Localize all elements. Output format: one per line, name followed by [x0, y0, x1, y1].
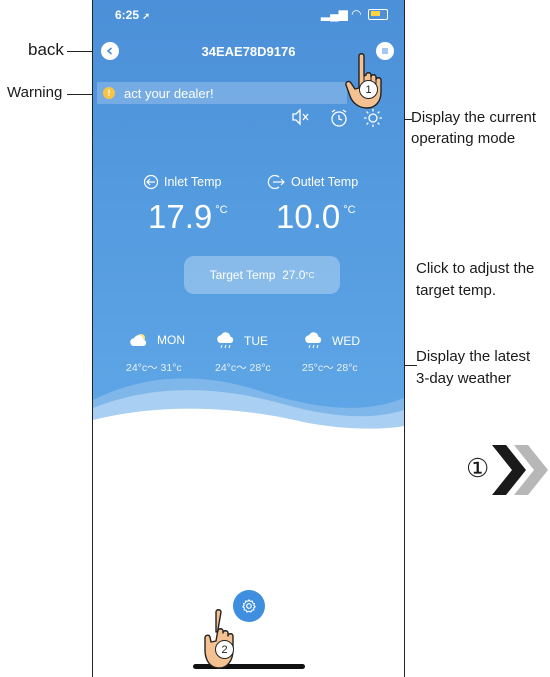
weather-range-tue: 24°c～ 28°c: [215, 362, 271, 374]
weather-day-label: TUE: [244, 334, 268, 348]
outlet-temp-value: 10.0 °C: [276, 198, 356, 236]
weather-range-wed: 25°c～ 28°c: [302, 362, 358, 374]
exclamation-icon: !: [103, 87, 115, 99]
signal-icon: ▂▄▆: [320, 7, 348, 21]
annotation-warning-label: Warning: [7, 84, 63, 101]
target-temp-unit: °C: [305, 270, 315, 280]
annotation-back-label: back: [28, 40, 64, 59]
annotation-step1-circle-right: ①: [466, 453, 490, 483]
wifi-icon: ◠: [351, 7, 362, 21]
step-2-marker: 2: [215, 640, 234, 659]
weather-day-mon: MON: [128, 332, 185, 348]
cloud-rain-icon: [305, 332, 322, 349]
weather-day-label: MON: [157, 333, 185, 347]
target-temp-value: 27.0: [282, 268, 306, 282]
battery-icon: [368, 9, 388, 21]
outlet-temp-unit: °C: [343, 204, 356, 216]
outlet-arrow-icon: [267, 174, 285, 190]
annotation-mode-text-1: Display the current: [411, 109, 537, 126]
target-temp-button[interactable]: Target Temp 27.0 °C: [184, 256, 340, 294]
outlet-temp-label: Outlet Temp: [266, 174, 358, 190]
inlet-temp-number: 17.9: [148, 198, 213, 235]
next-chevron-icon: [492, 445, 548, 495]
status-time-text: 6:25: [115, 8, 140, 22]
annotation-weather-text-1: Display the latest: [416, 348, 531, 365]
weather-range-mon: 24°c～ 31°c: [126, 362, 182, 374]
inlet-temp-label: Inlet Temp: [143, 174, 221, 190]
mute-icon[interactable]: [291, 108, 311, 126]
annotation-target-text-2: target temp.: [416, 282, 497, 299]
outlet-temp-label-text: Outlet Temp: [291, 175, 359, 189]
warning-banner[interactable]: ! act your dealer!: [97, 82, 347, 104]
status-icons: ▂▄▆ ◠: [321, 7, 388, 21]
location-arrow-icon: ➚: [142, 11, 150, 21]
inlet-temp-label-text: Inlet Temp: [164, 175, 222, 189]
step-1-marker: 1: [359, 80, 378, 99]
status-time: 6:25 ➚: [115, 8, 150, 22]
outlet-temp-number: 10.0: [276, 198, 341, 235]
warning-text: act your dealer!: [124, 85, 214, 101]
inlet-temp-value: 17.9 °C: [148, 198, 228, 236]
annotation-weather-text-2: 3-day weather: [416, 370, 512, 387]
inlet-temp-unit: °C: [215, 204, 228, 216]
cloud-sun-icon: [130, 334, 147, 346]
wave-decoration: [93, 378, 404, 440]
weather-day-tue: TUE: [215, 332, 268, 350]
phone-screen: 6:25 ➚ ▂▄▆ ◠ 34EAE78D9176 ! act your dea…: [92, 0, 405, 677]
annotation-mode-text-2: operating mode: [411, 130, 516, 147]
weather-day-wed: WED: [303, 332, 360, 350]
target-temp-label: Target Temp: [209, 268, 276, 282]
weather-day-label: WED: [332, 334, 360, 348]
sun-icon[interactable]: [363, 108, 383, 128]
cloud-rain-icon: [217, 332, 234, 349]
annotation-target-text-1: Click to adjust the: [416, 260, 535, 277]
inlet-arrow-icon: [143, 174, 159, 190]
alarm-clock-icon[interactable]: [329, 108, 349, 128]
